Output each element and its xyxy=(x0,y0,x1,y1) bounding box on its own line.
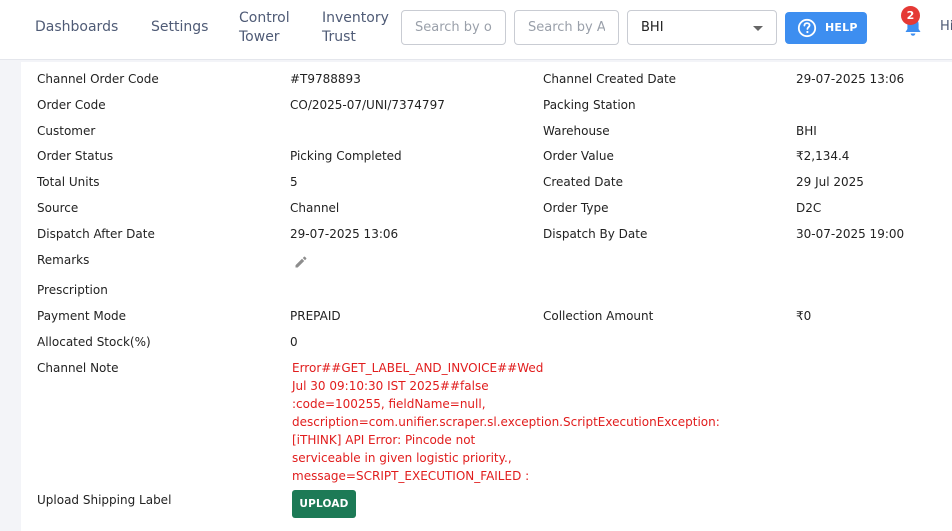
nav-control-tower[interactable]: Control Tower xyxy=(239,9,290,47)
help-label: HELP xyxy=(825,21,858,34)
label-channel-created-date: Channel Created Date xyxy=(543,72,677,86)
label-order-value: Order Value xyxy=(543,149,614,163)
label-prescription: Prescription xyxy=(37,283,108,297)
value-payment-mode: PREPAID xyxy=(290,309,341,323)
facility-select[interactable]: BHI xyxy=(627,10,777,45)
notification-count-badge: 2 xyxy=(901,6,920,25)
nav-settings[interactable]: Settings xyxy=(151,18,208,37)
user-greeting[interactable]: Hi xyxy=(940,19,952,34)
detail-row: Channel Order Code #T9788893 Channel Cre… xyxy=(21,71,952,91)
value-collection-amount: ₹0 xyxy=(796,309,812,323)
label-source: Source xyxy=(37,201,79,215)
chevron-down-icon xyxy=(753,26,763,31)
search-input-order[interactable] xyxy=(401,10,506,45)
label-allocated-stock: Allocated Stock(%) xyxy=(37,335,151,349)
detail-row: Upload Shipping Label xyxy=(21,492,952,512)
value-allocated-stock: 0 xyxy=(290,335,298,349)
channel-note-error-text: Error##GET_LABEL_AND_INVOICE##Wed Jul 30… xyxy=(292,361,720,483)
value-dispatch-by-date: 30-07-2025 19:00 xyxy=(796,227,905,241)
value-channel-created-date: 29-07-2025 13:06 xyxy=(796,72,905,86)
top-navigation-bar: Dashboards Settings Control Tower Invent… xyxy=(0,0,952,60)
label-created-date: Created Date xyxy=(543,175,623,189)
help-button[interactable]: HELP xyxy=(785,12,867,44)
label-order-code: Order Code xyxy=(37,98,106,112)
facility-selected-value: BHI xyxy=(641,20,664,35)
detail-row: Total Units 5 Created Date 29 Jul 2025 xyxy=(21,174,952,194)
value-order-type: D2C xyxy=(796,201,822,215)
upload-button[interactable]: UPLOAD xyxy=(292,490,356,518)
label-warehouse: Warehouse xyxy=(543,124,610,138)
label-channel-order-code: Channel Order Code xyxy=(37,72,159,86)
detail-row: Order Code CO/2025-07/UNI/7374797 Packin… xyxy=(21,97,952,117)
label-packing-station: Packing Station xyxy=(543,98,636,112)
label-dispatch-by-date: Dispatch By Date xyxy=(543,227,648,241)
label-order-type: Order Type xyxy=(543,201,609,215)
label-remarks: Remarks xyxy=(37,253,90,267)
nav-dashboards[interactable]: Dashboards xyxy=(35,18,118,37)
detail-row: Allocated Stock(%) 0 xyxy=(21,334,952,354)
label-dispatch-after-date: Dispatch After Date xyxy=(37,227,155,241)
search-input-awb[interactable] xyxy=(514,10,619,45)
detail-row: Dispatch After Date 29-07-2025 13:06 Dis… xyxy=(21,226,952,246)
value-source: Channel xyxy=(290,201,340,215)
value-order-status: Picking Completed xyxy=(290,149,402,163)
detail-row: Remarks xyxy=(21,252,952,272)
label-channel-note: Channel Note xyxy=(37,361,119,375)
nav-inventory-trust[interactable]: Inventory Trust xyxy=(322,9,389,47)
pencil-edit-icon[interactable] xyxy=(294,255,308,269)
value-order-value: ₹2,134.4 xyxy=(796,149,850,163)
label-collection-amount: Collection Amount xyxy=(543,309,654,323)
value-created-date: 29 Jul 2025 xyxy=(796,175,864,189)
detail-row: Prescription xyxy=(21,282,952,302)
detail-row: Source Channel Order Type D2C xyxy=(21,200,952,220)
detail-row: Payment Mode PREPAID Collection Amount ₹… xyxy=(21,308,952,328)
label-customer: Customer xyxy=(37,124,96,138)
question-circle-icon xyxy=(797,18,817,38)
value-total-units: 5 xyxy=(290,175,298,189)
value-order-code: CO/2025-07/UNI/7374797 xyxy=(290,98,445,112)
label-total-units: Total Units xyxy=(37,175,100,189)
value-warehouse: BHI xyxy=(796,124,817,138)
detail-row: Order Status Picking Completed Order Val… xyxy=(21,148,952,168)
label-order-status: Order Status xyxy=(37,149,114,163)
value-dispatch-after-date: 29-07-2025 13:06 xyxy=(290,227,399,241)
order-details-panel: Channel Order Code #T9788893 Channel Cre… xyxy=(21,62,952,531)
label-payment-mode: Payment Mode xyxy=(37,309,127,323)
label-upload-shipping-label: Upload Shipping Label xyxy=(37,493,172,507)
value-channel-order-code: #T9788893 xyxy=(290,72,361,86)
detail-row: Customer Warehouse BHI xyxy=(21,123,952,143)
